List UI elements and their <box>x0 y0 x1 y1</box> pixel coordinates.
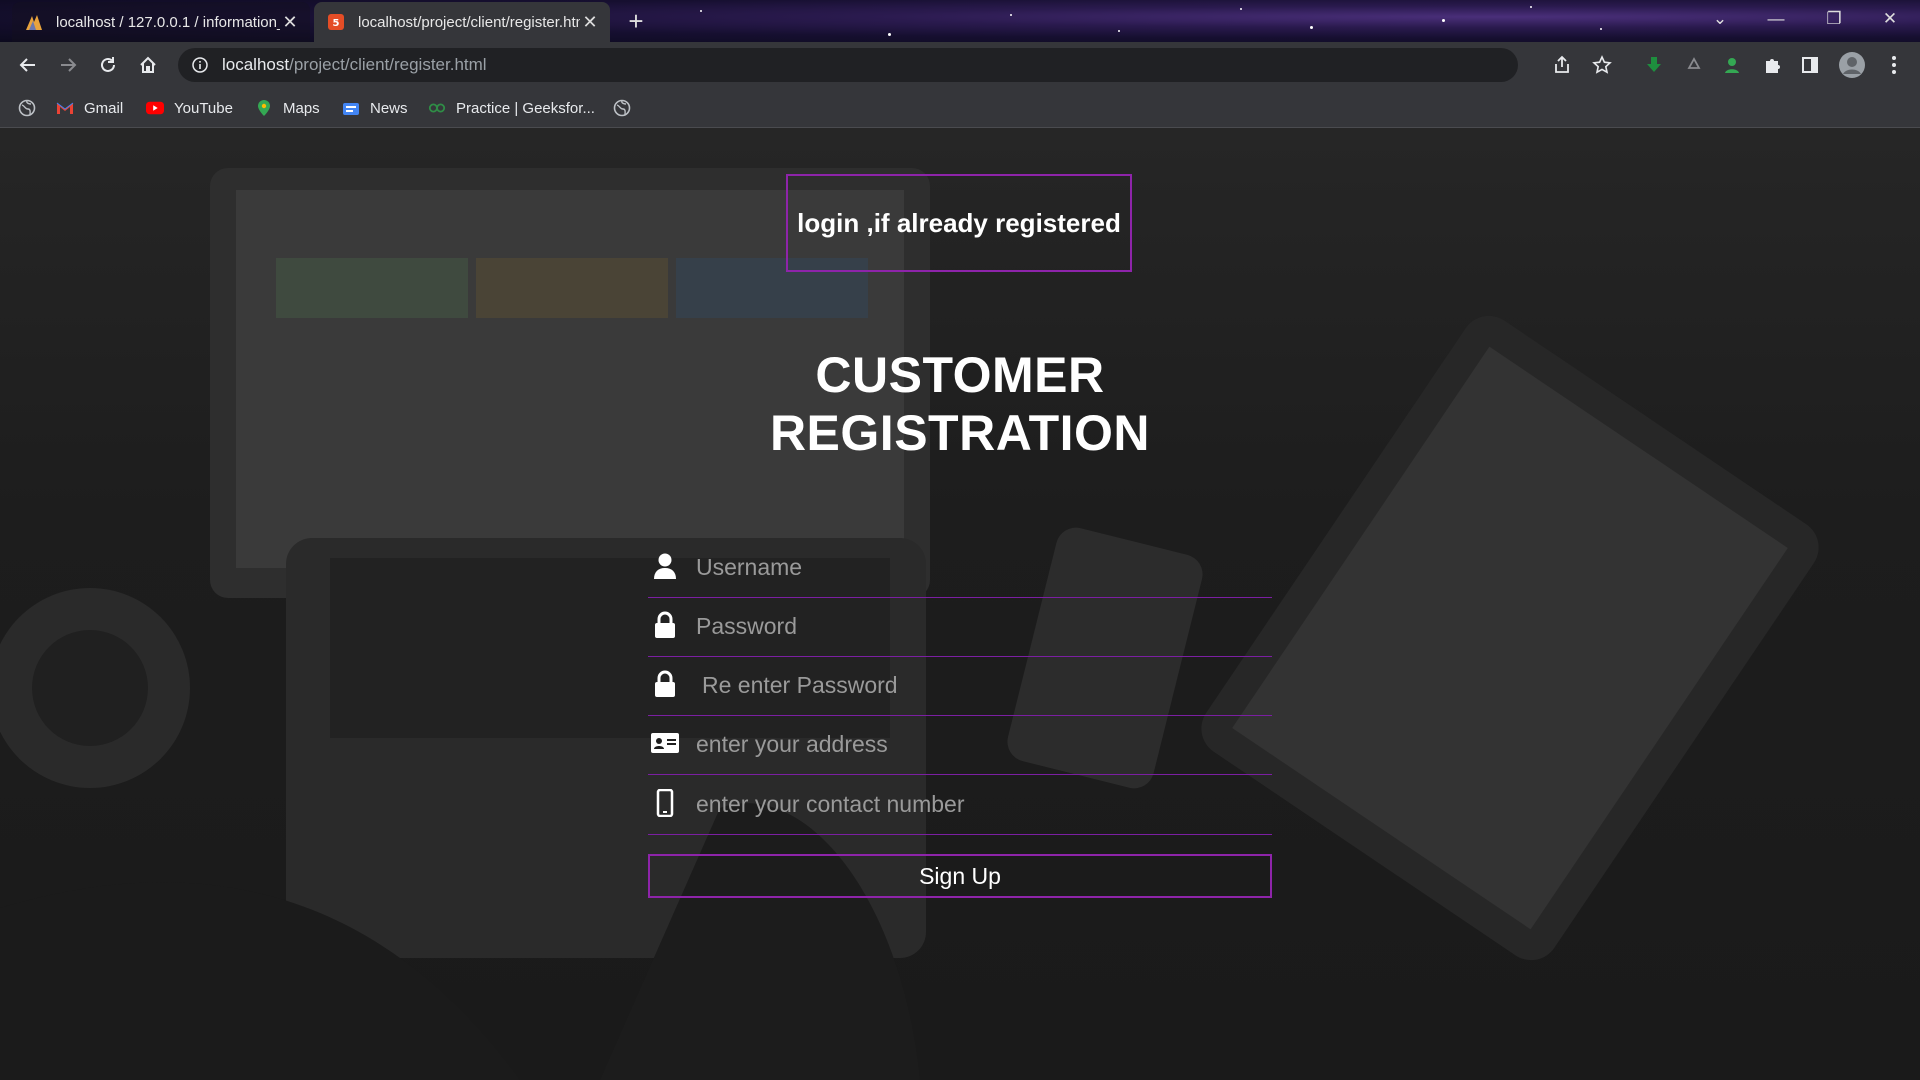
globe-icon <box>613 99 631 117</box>
lock-icon <box>650 609 680 641</box>
url-host: localhost <box>222 55 290 74</box>
tab-phpmyadmin[interactable]: localhost / 127.0.0.1 / information_sc ✕ <box>12 2 310 42</box>
download-extension-icon[interactable] <box>1640 51 1668 79</box>
bookmark-geeksforgeeks[interactable]: Practice | Geeksfor... <box>428 96 595 120</box>
bookmark-news[interactable]: News <box>342 96 408 120</box>
contact-number-field <box>648 775 1272 835</box>
new-tab-button[interactable]: + <box>622 8 650 36</box>
reenter-password-input[interactable] <box>700 664 1264 706</box>
bookmark-globe[interactable] <box>18 96 46 120</box>
tab-title: localhost / 127.0.0.1 / information_sc <box>56 13 280 31</box>
bookmark-label: News <box>370 99 408 117</box>
profile-avatar[interactable] <box>1838 51 1866 79</box>
close-tab-icon[interactable]: ✕ <box>580 12 600 33</box>
bookmark-label: Gmail <box>84 99 124 117</box>
star-decor <box>1010 14 1012 16</box>
sign-up-button[interactable]: Sign Up <box>648 854 1272 898</box>
side-panel-icon[interactable] <box>1796 51 1824 79</box>
tab-register[interactable]: 5 localhost/project/client/register.html… <box>314 2 610 42</box>
lock-icon <box>650 668 680 700</box>
page-title-line1: CUSTOMER <box>815 347 1105 403</box>
star-decor <box>1240 8 1242 10</box>
page-viewport: login ,if already registered CUSTOMER RE… <box>0 128 1920 1080</box>
green-extension-icon[interactable] <box>1718 51 1746 79</box>
back-icon[interactable] <box>14 51 42 79</box>
page-title: CUSTOMER REGISTRATION <box>660 346 1260 462</box>
browser-titlebar: localhost / 127.0.0.1 / information_sc ✕… <box>0 0 1920 42</box>
minimize-icon[interactable]: — <box>1748 0 1804 40</box>
menu-kebab-icon[interactable] <box>1880 51 1908 79</box>
bookmark-maps[interactable]: Maps <box>255 96 320 120</box>
address-input[interactable] <box>694 723 1258 765</box>
bookmarks-bar: Gmail YouTube Maps News Practice | Geeks… <box>0 88 1920 128</box>
forward-icon[interactable] <box>54 51 82 79</box>
svg-text:5: 5 <box>333 18 340 29</box>
url-path: /project/client/register.html <box>289 55 487 74</box>
bookmark-globe-2[interactable] <box>613 96 641 120</box>
bookmark-label: Practice | Geeksfor... <box>456 99 595 117</box>
login-link[interactable]: login ,if already registered <box>786 174 1132 272</box>
tab-search-icon[interactable]: ⌄ <box>1692 0 1748 40</box>
contact-number-input[interactable] <box>694 783 1258 825</box>
globe-icon <box>18 99 36 117</box>
password-input[interactable] <box>694 605 1258 647</box>
star-decor <box>1600 28 1602 30</box>
bookmark-star-icon[interactable] <box>1588 51 1616 79</box>
address-field <box>648 715 1272 775</box>
restore-icon[interactable]: ❐ <box>1806 0 1862 40</box>
phpmyadmin-icon <box>24 12 44 32</box>
address-card-icon <box>650 727 680 759</box>
address-bar[interactable]: localhost/project/client/register.html <box>178 48 1518 82</box>
news-icon <box>342 99 360 117</box>
bookmark-label: Maps <box>283 99 320 117</box>
star-decor <box>888 33 891 36</box>
bookmark-gmail[interactable]: Gmail <box>56 96 123 120</box>
star-decor <box>1442 19 1445 22</box>
mobile-phone-icon <box>650 787 680 819</box>
page-title-line2: REGISTRATION <box>769 405 1151 461</box>
home-icon[interactable] <box>134 51 162 79</box>
star-decor <box>1118 30 1120 32</box>
recycle-extension-icon[interactable] <box>1680 51 1708 79</box>
youtube-icon <box>146 99 164 117</box>
geeksforgeeks-icon <box>428 99 446 117</box>
password-field <box>648 597 1272 657</box>
gmail-icon <box>56 99 74 117</box>
tab-title: localhost/project/client/register.html <box>358 13 580 31</box>
extensions-puzzle-icon[interactable] <box>1758 51 1786 79</box>
username-field <box>648 538 1272 598</box>
site-info-icon[interactable] <box>190 57 210 73</box>
maps-pin-icon <box>255 99 273 117</box>
browser-toolbar: localhost/project/client/register.html <box>0 42 1920 88</box>
star-decor <box>700 10 702 12</box>
html5-icon: 5 <box>326 12 346 32</box>
user-icon <box>650 550 680 582</box>
close-window-icon[interactable]: ✕ <box>1862 0 1918 40</box>
username-input[interactable] <box>694 546 1258 588</box>
share-icon[interactable] <box>1548 51 1576 79</box>
bookmark-youtube[interactable]: YouTube <box>146 96 233 120</box>
close-tab-icon[interactable]: ✕ <box>280 12 300 33</box>
reload-icon[interactable] <box>94 51 122 79</box>
bookmark-label: YouTube <box>174 99 233 117</box>
star-decor <box>1530 6 1532 8</box>
reenter-password-field <box>648 656 1272 716</box>
star-decor <box>1310 26 1313 29</box>
